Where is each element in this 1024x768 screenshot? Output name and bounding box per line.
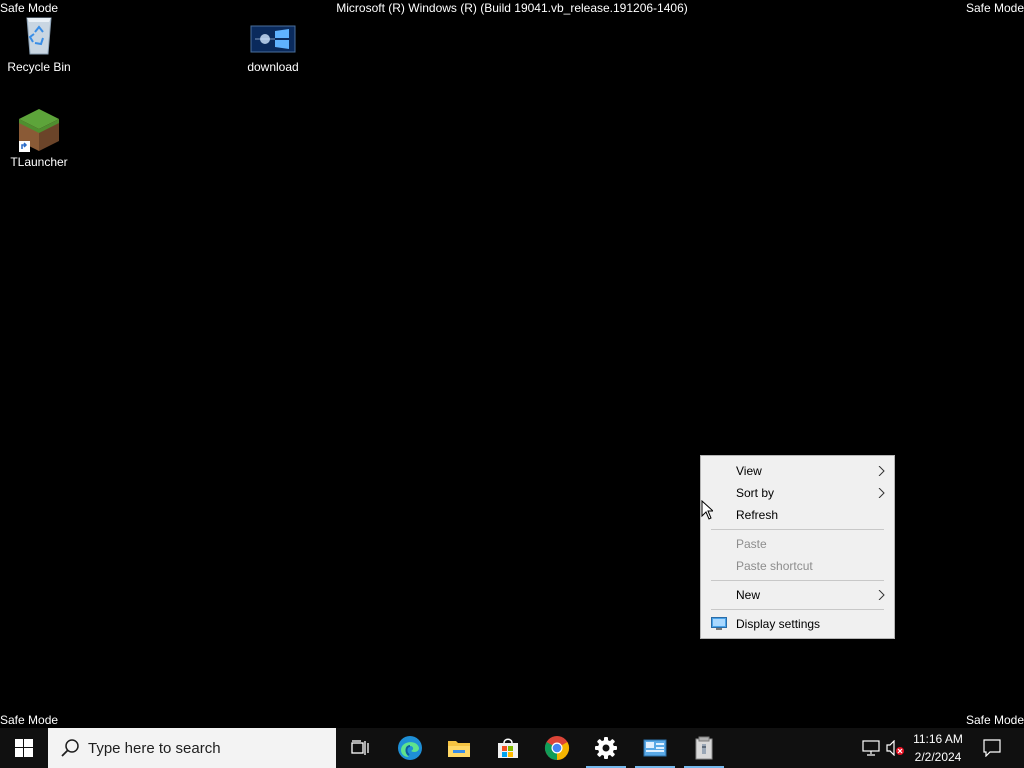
desktop-icon-label: Recycle Bin	[7, 60, 71, 74]
desktop-icon-label: TLauncher	[10, 155, 68, 169]
tlauncher-shortcut-icon	[15, 107, 63, 152]
desktop-icon-download[interactable]: download	[235, 22, 311, 74]
notifications-icon	[983, 739, 1001, 757]
taskbar-archive-app[interactable]	[684, 728, 724, 768]
menu-item-label: New	[736, 588, 761, 602]
mouse-cursor-icon	[701, 500, 713, 520]
image-file-icon	[249, 22, 297, 56]
task-view-icon	[351, 740, 369, 755]
menu-separator	[711, 529, 884, 530]
desktop-context-menu: View Sort by Refresh Paste Paste shortcu…	[700, 455, 895, 639]
safe-mode-label-bottom-left: Safe Mode	[0, 713, 59, 727]
taskbar-settings[interactable]	[586, 728, 626, 768]
taskbar-store[interactable]	[488, 728, 528, 768]
menu-item-label: Sort by	[736, 486, 775, 500]
safe-mode-label-bottom-right: Safe Mode	[965, 713, 1024, 727]
taskbar-search-box[interactable]: Type here to search	[48, 728, 336, 768]
submenu-arrow-icon	[878, 466, 885, 476]
menu-item-label: Paste shortcut	[736, 559, 813, 573]
menu-item-view[interactable]: View	[701, 460, 894, 482]
taskbar-control-panel[interactable]	[635, 728, 675, 768]
start-button[interactable]	[0, 728, 48, 768]
submenu-arrow-icon	[878, 488, 885, 498]
taskbar: Type here to search 11:16 AM 2/2/2024	[0, 728, 1024, 768]
taskbar-file-explorer[interactable]	[439, 728, 479, 768]
tray-clock[interactable]: 11:16 AM 2/2/2024	[906, 730, 970, 766]
desktop-icon-tlauncher[interactable]: TLauncher	[1, 107, 77, 169]
safe-mode-label-top-right: Safe Mode	[965, 1, 1024, 15]
control-panel-icon	[643, 739, 667, 757]
menu-item-label: Display settings	[736, 617, 821, 631]
menu-item-display-settings[interactable]: Display settings	[701, 613, 894, 635]
chrome-icon	[544, 736, 570, 760]
edge-icon	[398, 736, 422, 760]
file-explorer-icon	[448, 741, 470, 757]
search-icon	[61, 739, 79, 757]
desktop-icon-label: download	[247, 60, 299, 74]
action-center-button[interactable]	[978, 728, 1006, 768]
tray-network[interactable]	[860, 728, 882, 768]
network-icon	[862, 740, 880, 756]
start-icon	[15, 739, 33, 757]
menu-item-label: Paste	[736, 537, 767, 551]
settings-icon	[595, 737, 617, 759]
clock-date: 2/2/2024	[914, 750, 962, 764]
menu-item-sort-by[interactable]: Sort by	[701, 482, 894, 504]
desktop-icon-recycle-bin[interactable]: Recycle Bin	[1, 12, 77, 74]
display-settings-icon	[711, 617, 727, 630]
menu-item-refresh[interactable]: Refresh	[701, 504, 894, 526]
build-title: Microsoft (R) Windows (R) (Build 19041.v…	[336, 1, 688, 15]
menu-item-label: View	[736, 464, 762, 478]
recycle-bin-icon	[15, 12, 63, 56]
search-placeholder: Type here to search	[88, 739, 221, 757]
tray-volume[interactable]	[884, 728, 906, 768]
submenu-arrow-icon	[878, 590, 885, 600]
menu-item-label: Refresh	[736, 508, 779, 522]
volume-muted-icon	[886, 740, 904, 756]
task-view-button[interactable]	[340, 728, 380, 768]
menu-separator	[711, 580, 884, 581]
clock-time: 11:16 AM	[913, 732, 963, 746]
archive-app-icon	[695, 736, 713, 760]
menu-item-paste-shortcut[interactable]: Paste shortcut	[701, 555, 894, 577]
store-icon	[498, 738, 518, 758]
menu-separator	[711, 609, 884, 610]
taskbar-edge[interactable]	[390, 728, 430, 768]
taskbar-chrome[interactable]	[537, 728, 577, 768]
menu-item-paste[interactable]: Paste	[701, 533, 894, 555]
menu-item-new[interactable]: New	[701, 584, 894, 606]
